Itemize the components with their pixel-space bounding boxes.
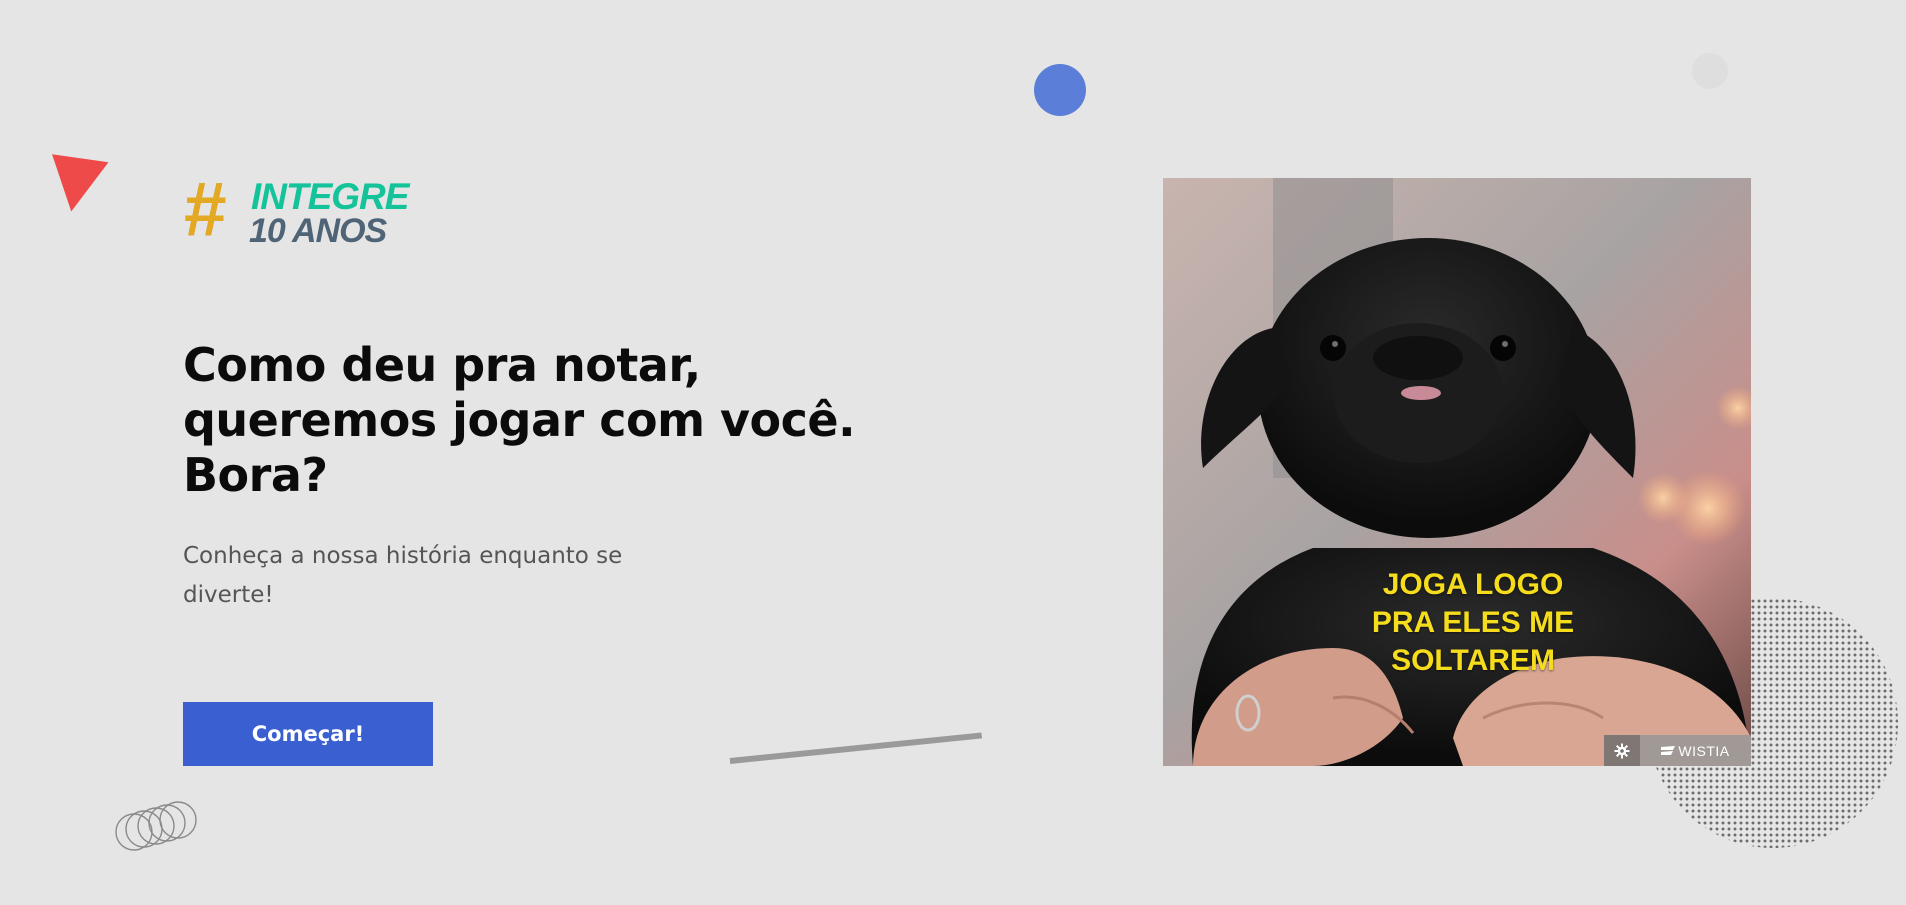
integre-10-anos-logo: # INTEGRE 10 ANOS — [183, 172, 409, 252]
faint-circle-decoration — [1692, 53, 1728, 89]
page-headline: Como deu pra notar, queremos jogar com v… — [183, 338, 903, 503]
logo-title: INTEGRE — [251, 176, 409, 217]
rings-decoration — [115, 801, 197, 851]
blue-circle-decoration — [1034, 64, 1086, 116]
intro-text: Conheça a nossa história enquanto se div… — [183, 543, 623, 608]
gray-line-decoration — [729, 732, 983, 764]
headline-line-2: queremos jogar com você. — [183, 393, 856, 447]
caption-line-3: SOLTAREM — [1391, 644, 1555, 677]
wistia-logo-icon — [1661, 745, 1676, 755]
wistia-label: WISTIA — [1678, 742, 1730, 759]
caption-line-2: PRA ELES ME — [1371, 606, 1575, 639]
video-caption: JOGA LOGO PRA ELES ME SOLTAREM — [1323, 566, 1623, 680]
video-player[interactable]: JOGA LOGO PRA ELES ME SOLTAREM WISTIA — [1163, 178, 1751, 766]
logo-hash-mark: # — [183, 167, 226, 252]
red-triangle-decoration — [44, 154, 109, 216]
video-settings-button[interactable] — [1604, 735, 1640, 766]
caption-line-1: JOGA LOGO — [1382, 568, 1564, 601]
start-button[interactable]: Começar! — [183, 702, 433, 766]
headline-line-1: Como deu pra notar, — [183, 338, 701, 392]
headline-line-3: Bora? — [183, 448, 328, 502]
video-controls: WISTIA — [1604, 735, 1751, 766]
wistia-brand-link[interactable]: WISTIA — [1640, 735, 1751, 766]
gear-icon — [1614, 743, 1630, 758]
logo-subtitle: 10 ANOS — [249, 212, 387, 250]
